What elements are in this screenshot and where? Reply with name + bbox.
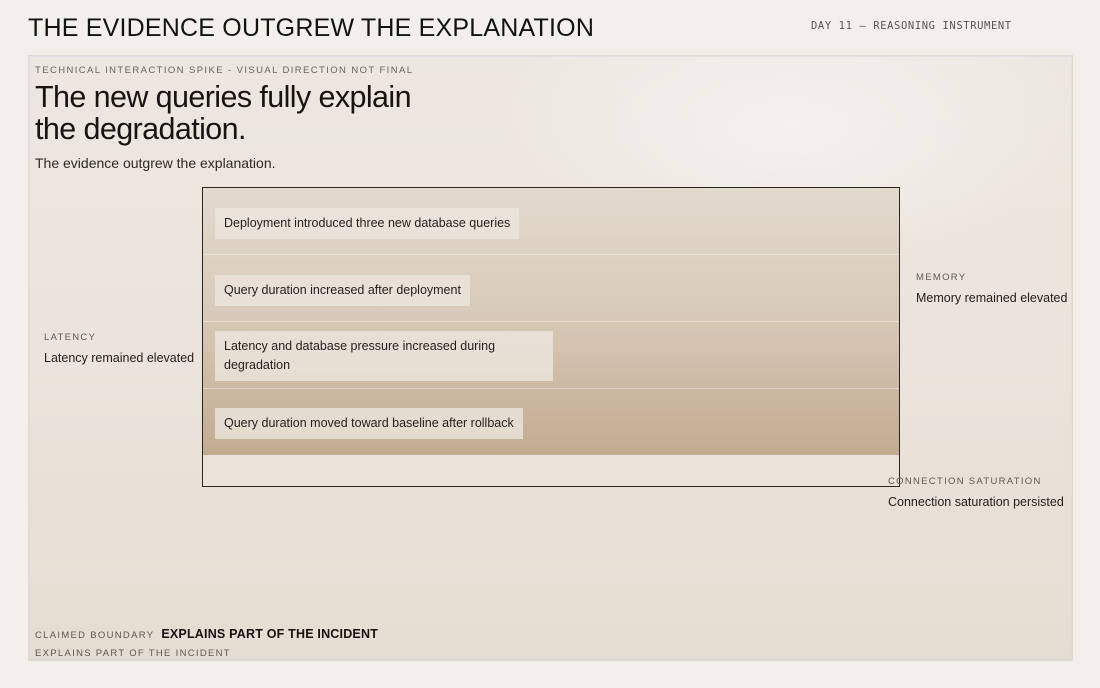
side-evidence-connection-saturation[interactable]: CONNECTION SATURATION Connection saturat… [888,476,1064,509]
claimed-boundary-echo: EXPLAINS PART OF THE INCIDENT [35,648,231,659]
side-evidence-memory[interactable]: MEMORY Memory remained elevated [916,272,1067,305]
evidence-row: Query duration moved toward baseline aft… [203,389,899,456]
side-evidence-value: Latency remained elevated [44,351,195,365]
spike-label: TECHNICAL INTERACTION SPIKE - VISUAL DIR… [35,65,414,76]
claim-boundary-frame[interactable]: Deployment introduced three new database… [202,187,900,487]
claim-heading: The new queries fully explain the degrad… [35,80,412,146]
page-title: THE EVIDENCE OUTGREW THE EXPLANATION [28,14,595,42]
evidence-row: Latency and database pressure increased … [203,322,899,389]
side-evidence-label: MEMORY [916,272,967,283]
side-evidence-value: Connection saturation persisted [888,495,1064,509]
evidence-chip[interactable]: Query duration moved toward baseline aft… [215,408,523,439]
evidence-chip[interactable]: Query duration increased after deploymen… [215,275,470,306]
reasoning-stage: TECHNICAL INTERACTION SPIKE - VISUAL DIR… [28,55,1073,661]
evidence-row: Deployment introduced three new database… [203,188,899,255]
side-evidence-value: Memory remained elevated [916,291,1068,305]
side-evidence-label: CONNECTION SATURATION [888,476,1042,487]
claimed-boundary: CLAIMED BOUNDARY EXPLAINS PART OF THE IN… [35,627,378,641]
claimed-boundary-label: CLAIMED BOUNDARY [35,630,155,641]
evidence-row: Query duration increased after deploymen… [203,255,899,322]
claimed-boundary-value: EXPLAINS PART OF THE INCIDENT [161,627,379,641]
evidence-chip[interactable]: Latency and database pressure increased … [215,331,553,381]
evidence-chip[interactable]: Deployment introduced three new database… [215,208,520,239]
side-evidence-label: LATENCY [44,332,97,343]
day-label: DAY 11 — REASONING INSTRUMENT [811,20,1012,32]
evidence-rows: Deployment introduced three new database… [203,188,899,455]
claim-subtitle: The evidence outgrew the explanation. [35,155,276,171]
side-evidence-latency[interactable]: LATENCY Latency remained elevated [44,332,194,365]
